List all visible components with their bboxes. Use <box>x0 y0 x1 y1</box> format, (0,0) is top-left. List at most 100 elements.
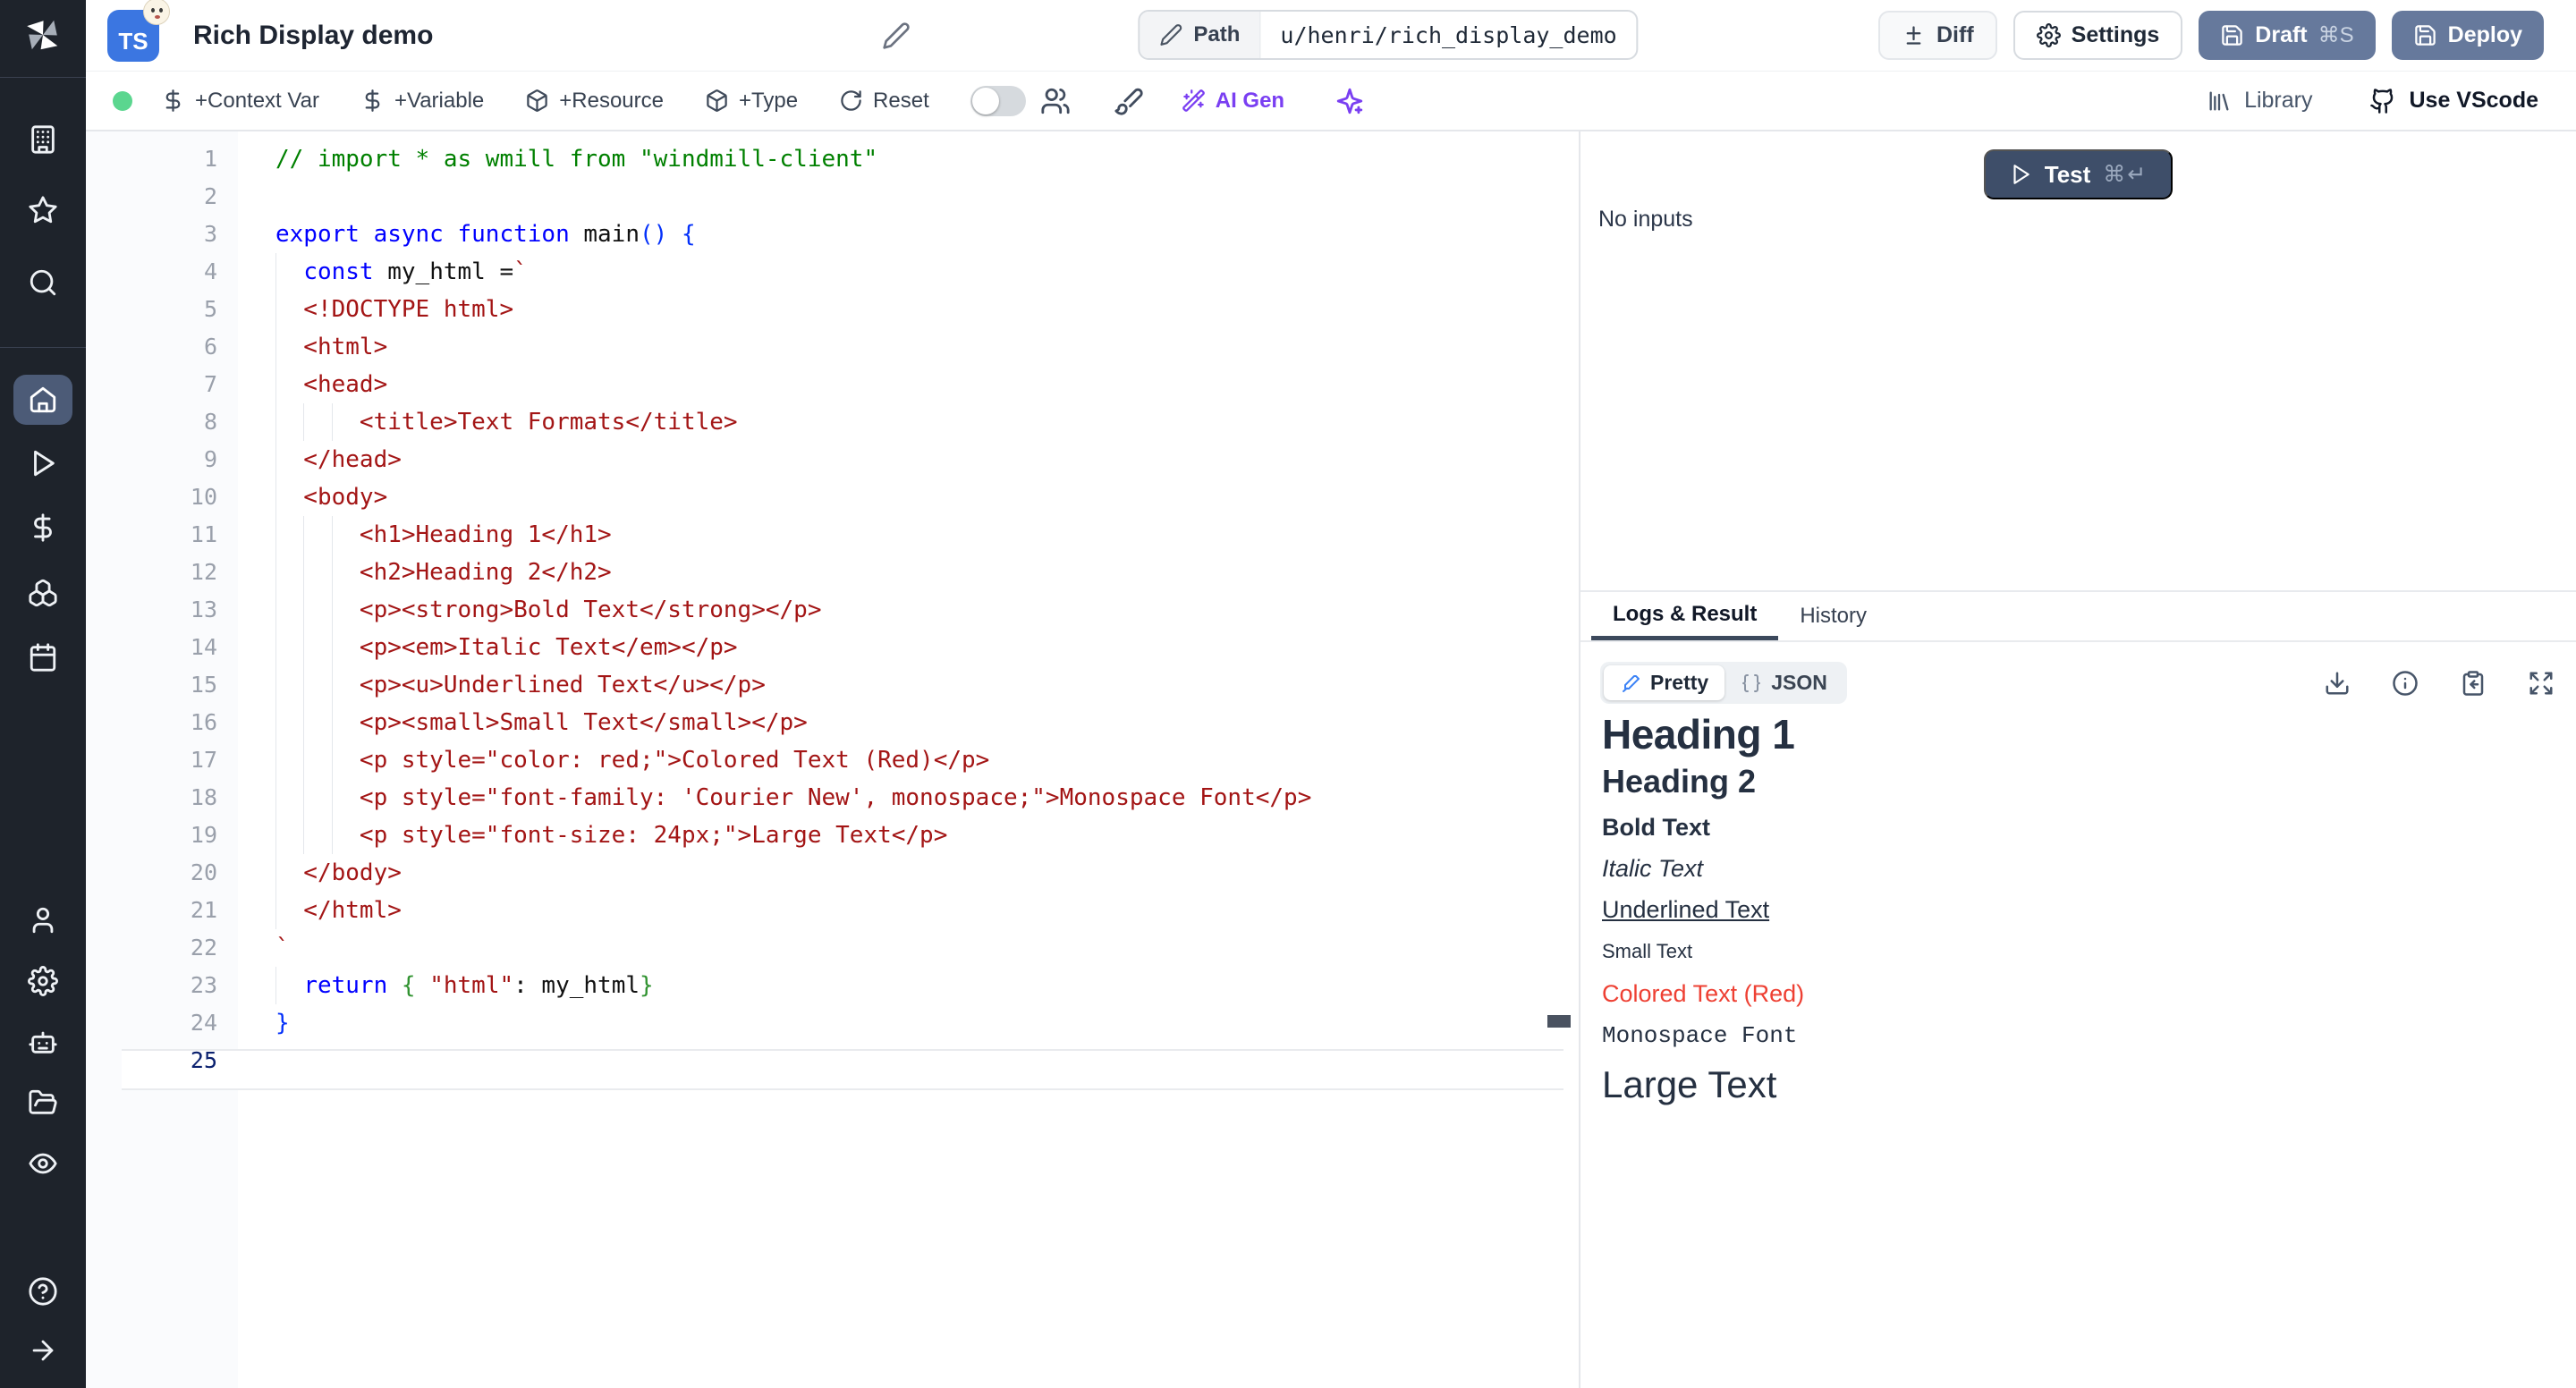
line-number: 9 <box>86 441 275 478</box>
line-number: 10 <box>86 478 275 516</box>
folders-icon[interactable] <box>28 1088 58 1118</box>
result-large: Large Text <box>1602 1063 2555 1106</box>
schedules-calendar-icon[interactable] <box>28 642 58 673</box>
code-editor[interactable]: 1// import * as wmill from "windmill-cli… <box>86 131 1579 1388</box>
diff-button[interactable]: Diff <box>1878 11 1997 60</box>
script-toolbar: +Context Var +Variable +Resource +Type R… <box>86 72 2576 131</box>
test-button[interactable]: Test ⌘↵ <box>1984 149 2173 199</box>
code-line[interactable]: 3export async function main() { <box>86 216 1579 253</box>
save-icon <box>2413 23 2437 47</box>
result-italic: Italic Text <box>1602 854 2555 883</box>
search-icon[interactable] <box>28 267 58 298</box>
add-resource-button[interactable]: +Resource <box>525 89 664 114</box>
code-line[interactable]: 17 <p style="color: red;">Colored Text (… <box>86 741 1579 779</box>
code-line[interactable]: 1// import * as wmill from "windmill-cli… <box>86 140 1579 178</box>
divider <box>0 77 86 78</box>
expand-icon[interactable] <box>2528 670 2555 697</box>
play-icon <box>2009 163 2032 186</box>
resources-boxes-icon[interactable] <box>28 578 58 608</box>
code-line[interactable]: 4 const my_html =` <box>86 253 1579 291</box>
variables-dollar-icon[interactable] <box>28 512 58 543</box>
path-control[interactable]: Path u/henri/rich_display_demo <box>1138 10 1638 60</box>
code-line[interactable]: 12 <h2>Heading 2</h2> <box>86 554 1579 591</box>
code-line[interactable]: 20 </body> <box>86 854 1579 892</box>
sidebar-item-home[interactable] <box>13 375 72 425</box>
result-bold: Bold Text <box>1602 813 2555 842</box>
package-icon <box>525 89 549 113</box>
line-number: 21 <box>86 892 275 929</box>
edit-summary-pencil-icon[interactable] <box>882 21 911 50</box>
favorites-star-icon[interactable] <box>28 195 58 225</box>
settings-gear-icon[interactable] <box>28 966 58 996</box>
pretty-view-button[interactable]: Pretty <box>1604 665 1724 700</box>
ai-gen-button[interactable]: AI Gen <box>1182 89 1284 114</box>
workspace-apps-icon[interactable] <box>28 124 58 155</box>
download-icon[interactable] <box>2324 670 2351 697</box>
library-button[interactable]: Library <box>2207 88 2312 114</box>
add-variable-button[interactable]: +Variable <box>360 89 484 114</box>
code-line[interactable]: 24} <box>86 1004 1579 1042</box>
code-line[interactable]: 21 </html> <box>86 892 1579 929</box>
windmill-logo-icon[interactable] <box>19 11 68 60</box>
format-brush-icon[interactable] <box>1114 86 1144 116</box>
result-view-toggle: Pretty JSON <box>1600 662 1847 704</box>
code-line[interactable]: 13 <p><strong>Bold Text</strong></p> <box>86 591 1579 629</box>
info-icon[interactable] <box>2392 670 2419 697</box>
code-line[interactable]: 8 <title>Text Formats</title> <box>86 403 1579 441</box>
runs-play-icon[interactable] <box>28 448 58 478</box>
users-icon[interactable] <box>1040 86 1071 116</box>
code-line[interactable]: 23 return { "html": my_html} <box>86 967 1579 1004</box>
dollar-icon <box>161 89 185 113</box>
workers-bot-icon[interactable] <box>28 1027 58 1057</box>
user-icon[interactable] <box>28 905 58 935</box>
settings-button[interactable]: Settings <box>2013 11 2183 60</box>
help-icon[interactable] <box>28 1276 58 1307</box>
github-icon <box>2369 88 2396 114</box>
line-number: 6 <box>86 328 275 366</box>
tab-history[interactable]: History <box>1778 592 1888 640</box>
code-line[interactable]: 9 </head> <box>86 441 1579 478</box>
clipboard-copy-icon[interactable] <box>2460 670 2487 697</box>
draft-button[interactable]: Draft ⌘S <box>2199 11 2375 60</box>
code-line[interactable]: 19 <p style="font-size: 24px;">Large Tex… <box>86 817 1579 854</box>
use-vscode-button[interactable]: Use VScode <box>2369 88 2538 114</box>
sparkles-icon[interactable] <box>1335 86 1365 116</box>
line-number: 22 <box>86 929 275 967</box>
code-line[interactable]: 6 <html> <box>86 328 1579 366</box>
code-line[interactable]: 16 <p><small>Small Text</small></p> <box>86 704 1579 741</box>
gear-icon <box>2037 23 2061 47</box>
code-line[interactable]: 14 <p><em>Italic Text</em></p> <box>86 629 1579 666</box>
assistant-toggle[interactable] <box>970 86 1026 116</box>
code-line[interactable]: 18 <p style="font-family: 'Courier New',… <box>86 779 1579 817</box>
expand-sidebar-arrow-icon[interactable] <box>28 1335 58 1366</box>
line-number: 19 <box>86 817 275 854</box>
path-label-section[interactable]: Path <box>1140 12 1260 58</box>
code-line[interactable]: 5 <!DOCTYPE html> <box>86 291 1579 328</box>
path-value[interactable]: u/henri/rich_display_demo <box>1260 12 1636 58</box>
variable-label: +Variable <box>394 89 484 114</box>
code-line[interactable]: 22` <box>86 929 1579 967</box>
json-view-button[interactable]: JSON <box>1724 665 1843 700</box>
line-number: 1 <box>86 140 275 178</box>
audit-eye-icon[interactable] <box>28 1148 58 1179</box>
code-line[interactable]: 2 <box>86 178 1579 216</box>
add-context-var-button[interactable]: +Context Var <box>161 89 319 114</box>
code-line[interactable]: 10 <body> <box>86 478 1579 516</box>
resource-label: +Resource <box>559 89 664 114</box>
path-label: Path <box>1193 22 1240 47</box>
code-line[interactable]: 15 <p><u>Underlined Text</u></p> <box>86 666 1579 704</box>
code-line[interactable]: 11 <h1>Heading 1</h1> <box>86 516 1579 554</box>
add-type-button[interactable]: +Type <box>705 89 798 114</box>
line-number: 14 <box>86 629 275 666</box>
ai-gen-label: AI Gen <box>1216 89 1284 114</box>
line-number: 8 <box>86 403 275 441</box>
deploy-button[interactable]: Deploy <box>2392 11 2544 60</box>
code-line[interactable]: 25 <box>86 1042 1579 1079</box>
line-number: 2 <box>86 178 275 216</box>
code-line[interactable]: 7 <head> <box>86 366 1579 403</box>
wand-sparkles-icon <box>1182 89 1206 113</box>
reset-button[interactable]: Reset <box>839 89 929 114</box>
code-editor-lines[interactable]: 1// import * as wmill from "windmill-cli… <box>86 140 1579 1079</box>
test-label: Test <box>2045 161 2091 189</box>
tab-logs-result[interactable]: Logs & Result <box>1591 592 1778 640</box>
